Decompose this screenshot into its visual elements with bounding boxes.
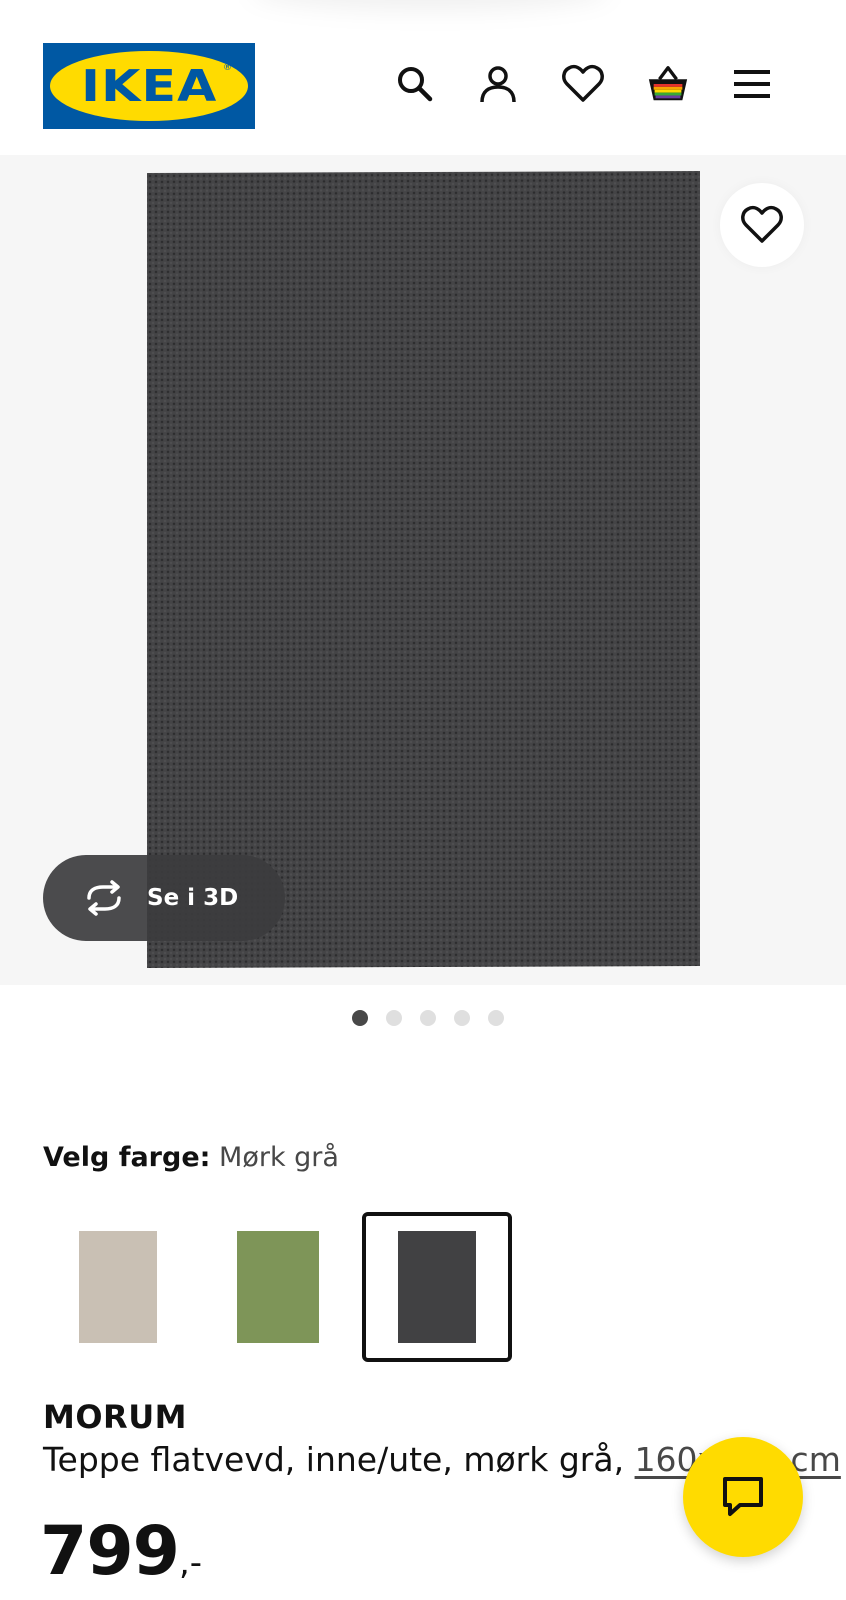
heart-icon	[741, 205, 783, 243]
save-to-favourites-button[interactable]	[720, 183, 804, 267]
color-swatch-dark-grey[interactable]	[362, 1212, 512, 1362]
chat-button[interactable]	[683, 1437, 803, 1557]
search-icon[interactable]	[393, 62, 437, 106]
menu-icon[interactable]	[730, 62, 774, 106]
color-selector-label: Velg farge: Mørk grå	[43, 1142, 339, 1173]
swatch-image	[398, 1231, 476, 1343]
pagination-dot[interactable]	[454, 1010, 470, 1026]
price-main: 799	[40, 1512, 180, 1591]
logo-oval: IKEA ®	[50, 51, 248, 121]
product-image-gallery[interactable]: Se i 3D	[0, 155, 846, 985]
price-suffix: ,-	[178, 1543, 203, 1583]
color-label-value: Mørk grå	[219, 1142, 339, 1173]
gallery-pagination	[0, 1010, 846, 1026]
color-label-key: Velg farge:	[43, 1142, 211, 1173]
basket-icon[interactable]	[646, 62, 690, 106]
pagination-dot[interactable]	[488, 1010, 504, 1026]
product-image-rug	[147, 171, 700, 968]
account-icon[interactable]	[476, 62, 520, 106]
rotate-3d-icon	[87, 880, 121, 916]
color-swatch-beige[interactable]	[43, 1212, 193, 1362]
swatch-image	[237, 1231, 319, 1343]
view-in-3d-label: Se i 3D	[147, 885, 239, 911]
swatch-image	[79, 1231, 157, 1343]
pagination-dot[interactable]	[420, 1010, 436, 1026]
product-name: MORUM	[43, 1398, 188, 1436]
logo-text: IKEA	[80, 60, 218, 112]
favourites-icon[interactable]	[561, 62, 605, 106]
product-price: 799,-	[40, 1512, 202, 1591]
pagination-dot[interactable]	[352, 1010, 368, 1026]
view-in-3d-button[interactable]: Se i 3D	[43, 855, 285, 941]
pagination-dot[interactable]	[386, 1010, 402, 1026]
header: IKEA ®	[0, 0, 846, 150]
color-swatch-green[interactable]	[203, 1212, 353, 1362]
chat-icon	[723, 1477, 763, 1516]
logo-registered-mark: ®	[223, 63, 232, 73]
product-description-text: Teppe flatvevd, inne/ute, mørk grå,	[43, 1440, 635, 1479]
ikea-logo[interactable]: IKEA ®	[43, 43, 255, 129]
